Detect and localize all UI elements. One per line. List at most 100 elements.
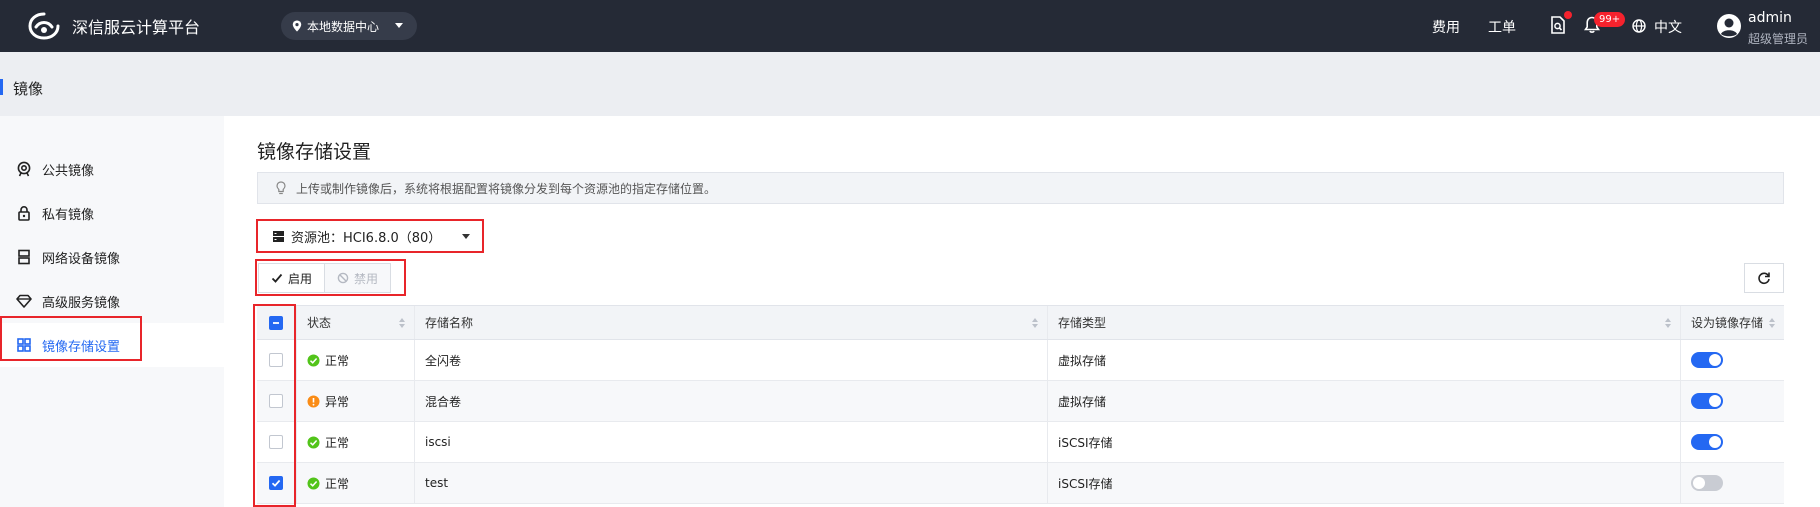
- select-all-checkbox[interactable]: [269, 315, 283, 330]
- status-cell: 正常: [297, 340, 415, 380]
- table-row: 正常 全闪卷 虚拟存储: [257, 340, 1784, 381]
- forbidden-icon: [337, 272, 349, 284]
- image-storage-cell: [1681, 422, 1784, 462]
- type-cell: iSCSI存储: [1048, 463, 1681, 503]
- datacenter-label: 本地数据中心: [307, 19, 380, 34]
- diamond-icon: [16, 294, 32, 308]
- sidebar-item-public-image[interactable]: 公共镜像: [0, 147, 224, 191]
- resource-pool-label: 资源池：HCI6.8.0（80）: [291, 230, 442, 246]
- sort-icon: [399, 318, 405, 328]
- lock-icon: [18, 205, 30, 221]
- globe-icon[interactable]: [1632, 19, 1646, 33]
- user-avatar-icon[interactable]: [1716, 13, 1742, 39]
- image-storage-toggle[interactable]: [1691, 352, 1723, 368]
- datacenter-select[interactable]: 本地数据中心: [281, 12, 417, 40]
- column-header-name[interactable]: 存储名称: [415, 306, 1048, 339]
- sidebar-item-label: 网络设备镜像: [42, 251, 121, 267]
- sort-icon: [1032, 318, 1038, 328]
- billing-link[interactable]: 费用: [1432, 17, 1460, 37]
- info-notice: 上传或制作镜像后，系统将根据配置将镜像分发到每个资源池的指定存储位置。: [257, 172, 1784, 204]
- document-search-icon[interactable]: [1550, 16, 1566, 34]
- table-header: 状态 存储名称 存储类型 设为镜像存储: [257, 305, 1784, 340]
- refresh-button[interactable]: [1744, 263, 1784, 293]
- user-name[interactable]: admin: [1748, 10, 1792, 26]
- top-bar: 深信服云计算平台 本地数据中心 费用 工单 99+ 中文 admin 超级管理员: [0, 0, 1820, 52]
- refresh-icon: [1758, 272, 1770, 285]
- resource-pool-select[interactable]: 资源池：HCI6.8.0（80）: [257, 220, 483, 252]
- disable-button[interactable]: 禁用: [325, 263, 392, 293]
- disable-button-label: 禁用: [354, 271, 379, 286]
- header-checkbox-cell: [257, 306, 297, 339]
- row-checkbox-cell: [257, 340, 297, 380]
- sidebar: 公共镜像 私有镜像 网络设备镜像 高级服务镜像 镜像存储设置: [0, 116, 224, 507]
- chevron-down-icon: [395, 23, 403, 28]
- row-checkbox[interactable]: [269, 353, 283, 367]
- row-checkbox[interactable]: [269, 435, 283, 449]
- sidebar-item-network-device-image[interactable]: 网络设备镜像: [0, 235, 224, 279]
- server-icon: [18, 249, 30, 265]
- table-row: 正常 test iSCSI存储: [257, 463, 1784, 504]
- status-text: 正常: [325, 353, 350, 368]
- document-alert-dot: [1564, 11, 1572, 19]
- status-text: 正常: [325, 476, 350, 491]
- storage-table: 状态 存储名称 存储类型 设为镜像存储 正常 全闪卷 虚拟存储 异常 混合卷 虚…: [257, 305, 1784, 504]
- image-storage-toggle[interactable]: [1691, 475, 1723, 491]
- column-header-label: 存储类型: [1058, 316, 1107, 330]
- sort-icon: [1769, 318, 1775, 328]
- check-circle-icon: [307, 477, 320, 489]
- breadcrumb-marker: [0, 79, 3, 95]
- column-header-label: 存储名称: [425, 316, 474, 330]
- action-button-group: 启用 禁用: [258, 263, 392, 293]
- sidebar-item-advanced-service-image[interactable]: 高级服务镜像: [0, 279, 224, 323]
- warning-circle-icon: [307, 395, 320, 407]
- language-switch[interactable]: 中文: [1654, 17, 1682, 37]
- name-cell: iscsi: [415, 422, 1048, 462]
- image-storage-cell: [1681, 381, 1784, 421]
- status-text: 正常: [325, 435, 350, 450]
- logo-icon: [28, 12, 60, 40]
- status-text: 异常: [325, 394, 350, 409]
- sidebar-item-label: 私有镜像: [42, 207, 95, 223]
- image-storage-toggle[interactable]: [1691, 434, 1723, 450]
- public-image-icon: [17, 161, 31, 177]
- breadcrumb-title: 镜像: [13, 80, 44, 98]
- location-pin-icon: [292, 20, 302, 32]
- grid-icon: [17, 338, 31, 352]
- row-checkbox-cell: [257, 422, 297, 462]
- sidebar-item-label: 高级服务镜像: [42, 295, 121, 311]
- check-circle-icon: [307, 436, 320, 448]
- row-checkbox-cell: [257, 463, 297, 503]
- enable-button[interactable]: 启用: [258, 263, 326, 293]
- chevron-down-icon: [462, 234, 470, 239]
- sidebar-item-private-image[interactable]: 私有镜像: [0, 191, 224, 235]
- name-cell: 全闪卷: [415, 340, 1048, 380]
- column-header-image-storage[interactable]: 设为镜像存储: [1681, 306, 1784, 339]
- page-title: 镜像存储设置: [257, 141, 372, 163]
- column-header-label: 状态: [307, 316, 332, 330]
- sort-icon: [1665, 318, 1671, 328]
- check-circle-icon: [307, 354, 320, 366]
- breadcrumb-bar: [0, 52, 1820, 116]
- column-header-type[interactable]: 存储类型: [1048, 306, 1681, 339]
- sidebar-item-label: 镜像存储设置: [42, 339, 121, 355]
- info-notice-text: 上传或制作镜像后，系统将根据配置将镜像分发到每个资源池的指定存储位置。: [296, 181, 717, 196]
- user-role: 超级管理员: [1748, 32, 1809, 46]
- image-storage-toggle[interactable]: [1691, 393, 1723, 409]
- column-header-status[interactable]: 状态: [297, 306, 415, 339]
- check-icon: [271, 273, 283, 283]
- ticket-link[interactable]: 工单: [1488, 17, 1516, 37]
- row-checkbox[interactable]: [269, 394, 283, 408]
- table-row: 正常 iscsi iSCSI存储: [257, 422, 1784, 463]
- row-checkbox[interactable]: [269, 476, 283, 490]
- check-icon: [271, 479, 281, 487]
- image-storage-cell: [1681, 463, 1784, 503]
- lightbulb-icon: [276, 181, 286, 195]
- type-cell: iSCSI存储: [1048, 422, 1681, 462]
- column-header-label: 设为镜像存储: [1691, 316, 1764, 330]
- enable-button-label: 启用: [288, 271, 313, 286]
- table-row: 异常 混合卷 虚拟存储: [257, 381, 1784, 422]
- status-cell: 异常: [297, 381, 415, 421]
- sidebar-item-image-storage-settings[interactable]: 镜像存储设置: [0, 323, 224, 367]
- name-cell: 混合卷: [415, 381, 1048, 421]
- notification-badge: 99+: [1594, 12, 1626, 27]
